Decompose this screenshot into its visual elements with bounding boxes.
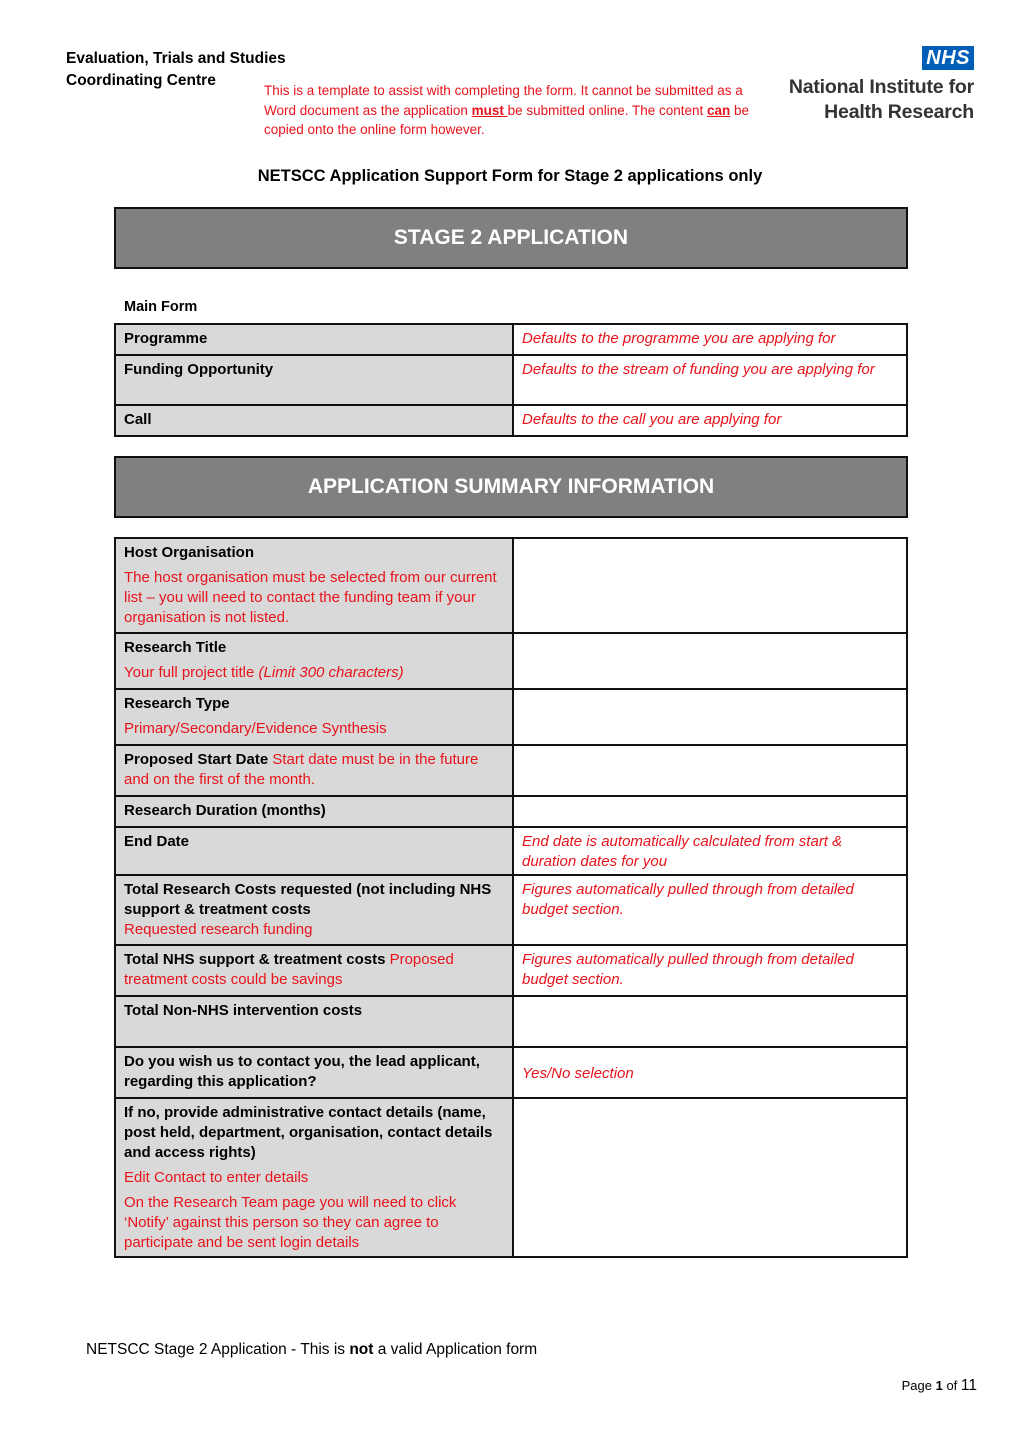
notice-emphasis-must: must bbox=[471, 102, 508, 118]
table-row: Host Organisation The host organisation … bbox=[114, 537, 908, 634]
nihr-wordmark-line2: Health Research bbox=[824, 101, 974, 123]
funding-opportunity-label: Funding Opportunity bbox=[114, 354, 514, 406]
host-organisation-label: Host Organisation bbox=[124, 544, 255, 561]
table-row: Research Type Primary/Secondary/Evidence… bbox=[114, 688, 908, 746]
application-summary-banner: APPLICATION SUMMARY INFORMATION bbox=[114, 456, 908, 518]
research-title-hint: Your full project title (Limit 300 chara… bbox=[124, 663, 504, 683]
research-duration-label: Research Duration (months) bbox=[114, 795, 514, 828]
research-type-cell: Research Type Primary/Secondary/Evidence… bbox=[114, 688, 514, 746]
research-title-cell: Research Title Your full project title (… bbox=[114, 632, 514, 690]
table-row: Total Research Costs requested (not incl… bbox=[114, 874, 908, 946]
host-organisation-field[interactable] bbox=[512, 537, 908, 634]
research-title-field[interactable] bbox=[512, 632, 908, 690]
call-field[interactable]: Defaults to the call you are applying fo… bbox=[512, 404, 908, 437]
page-total: 11 bbox=[960, 1377, 977, 1394]
main-form-label: Main Form bbox=[124, 299, 198, 315]
host-organisation-cell: Host Organisation The host organisation … bbox=[114, 537, 514, 634]
table-row: End Date End date is automatically calcu… bbox=[114, 826, 908, 876]
non-nhs-costs-label: Total Non-NHS intervention costs bbox=[114, 995, 514, 1048]
table-row: If no, provide administrative contact de… bbox=[114, 1097, 908, 1258]
page-label: Page bbox=[901, 1378, 936, 1393]
stage-2-banner: STAGE 2 APPLICATION bbox=[114, 207, 908, 269]
form-title: NETSCC Application Support Form for Stag… bbox=[257, 167, 763, 185]
nihr-logo: NHS National Institute for Health Resear… bbox=[762, 46, 980, 126]
organisation-name-line1: Evaluation, Trials and Studies bbox=[66, 50, 286, 67]
research-duration-field[interactable] bbox=[512, 795, 908, 828]
admin-contact-hint-notify: On the Research Team page you will need … bbox=[124, 1194, 457, 1251]
table-row: Total Non-NHS intervention costs bbox=[114, 995, 908, 1048]
funding-opportunity-field[interactable]: Defaults to the stream of funding you ar… bbox=[512, 354, 908, 406]
table-row: Do you wish us to contact you, the lead … bbox=[114, 1046, 908, 1099]
main-form-table: Programme Defaults to the programme you … bbox=[114, 323, 908, 437]
start-date-label: Proposed Start Date bbox=[124, 751, 269, 768]
research-type-field[interactable] bbox=[512, 688, 908, 746]
table-row: Proposed Start Date Start date must be i… bbox=[114, 744, 908, 797]
notice-emphasis-can: can bbox=[707, 102, 731, 118]
table-row: Call Defaults to the call you are applyi… bbox=[114, 404, 908, 437]
footer-emphasis: not bbox=[349, 1341, 374, 1358]
research-title-label: Research Title bbox=[124, 639, 227, 656]
total-research-costs-label: Total Research Costs requested (not incl… bbox=[124, 881, 492, 918]
admin-contact-label: If no, provide administrative contact de… bbox=[124, 1104, 493, 1161]
table-row: Total NHS support & treatment costs Prop… bbox=[114, 944, 908, 997]
total-research-costs-cell: Total Research Costs requested (not incl… bbox=[114, 874, 514, 946]
research-title-limit: (Limit 300 characters) bbox=[258, 664, 404, 681]
research-type-label: Research Type bbox=[124, 695, 230, 712]
nihr-wordmark-line1: National Institute for bbox=[788, 76, 974, 98]
page-number: Page 1 of 11 bbox=[902, 1377, 977, 1395]
template-notice: This is a template to assist with comple… bbox=[264, 81, 754, 140]
total-nhs-costs-field[interactable]: Figures automatically pulled through fro… bbox=[512, 944, 908, 997]
host-organisation-hint: The host organisation must be selected f… bbox=[124, 569, 497, 626]
programme-field[interactable]: Defaults to the programme you are applyi… bbox=[512, 323, 908, 356]
admin-contact-cell: If no, provide administrative contact de… bbox=[114, 1097, 514, 1258]
admin-contact-field[interactable] bbox=[512, 1097, 908, 1258]
application-summary-table: Host Organisation The host organisation … bbox=[114, 537, 908, 1258]
start-date-field[interactable] bbox=[512, 744, 908, 797]
nhs-logo-badge: NHS bbox=[922, 46, 974, 70]
end-date-field[interactable]: End date is automatically calculated fro… bbox=[512, 826, 908, 876]
research-title-hint-text: Your full project title bbox=[124, 664, 259, 681]
table-row: Research Title Your full project title (… bbox=[114, 632, 908, 690]
footer-note: NETSCC Stage 2 Application - This is not… bbox=[86, 1341, 537, 1359]
page-current: 1 bbox=[935, 1378, 943, 1393]
organisation-name-line2: Coordinating Centre bbox=[66, 72, 216, 89]
total-research-costs-field[interactable]: Figures automatically pulled through fro… bbox=[512, 874, 908, 946]
nihr-wordmark: National Institute for Health Research bbox=[789, 75, 974, 125]
start-date-cell: Proposed Start Date Start date must be i… bbox=[114, 744, 514, 797]
footer-text: NETSCC Stage 2 Application - This is bbox=[86, 1341, 350, 1358]
table-row: Research Duration (months) bbox=[114, 795, 908, 828]
notice-text: be submitted online. The content bbox=[507, 102, 708, 118]
call-label: Call bbox=[114, 404, 514, 437]
contact-lead-label: Do you wish us to contact you, the lead … bbox=[114, 1046, 514, 1099]
table-row: Programme Defaults to the programme you … bbox=[114, 323, 908, 356]
non-nhs-costs-field[interactable] bbox=[512, 995, 908, 1048]
table-row: Funding Opportunity Defaults to the stre… bbox=[114, 354, 908, 406]
footer-text: a valid Application form bbox=[373, 1341, 538, 1358]
total-nhs-costs-cell: Total NHS support & treatment costs Prop… bbox=[114, 944, 514, 997]
programme-label: Programme bbox=[114, 323, 514, 356]
page-of: of bbox=[942, 1378, 961, 1393]
research-type-hint: Primary/Secondary/Evidence Synthesis bbox=[124, 720, 387, 737]
total-research-costs-hint: Requested research funding bbox=[124, 921, 313, 938]
admin-contact-hint-edit: Edit Contact to enter details bbox=[124, 1169, 309, 1186]
total-nhs-costs-label: Total NHS support & treatment costs bbox=[124, 951, 386, 968]
end-date-label: End Date bbox=[114, 826, 514, 876]
contact-lead-select[interactable]: Yes/No selection bbox=[512, 1046, 908, 1099]
organisation-name: Evaluation, Trials and Studies Coordinat… bbox=[66, 48, 286, 92]
